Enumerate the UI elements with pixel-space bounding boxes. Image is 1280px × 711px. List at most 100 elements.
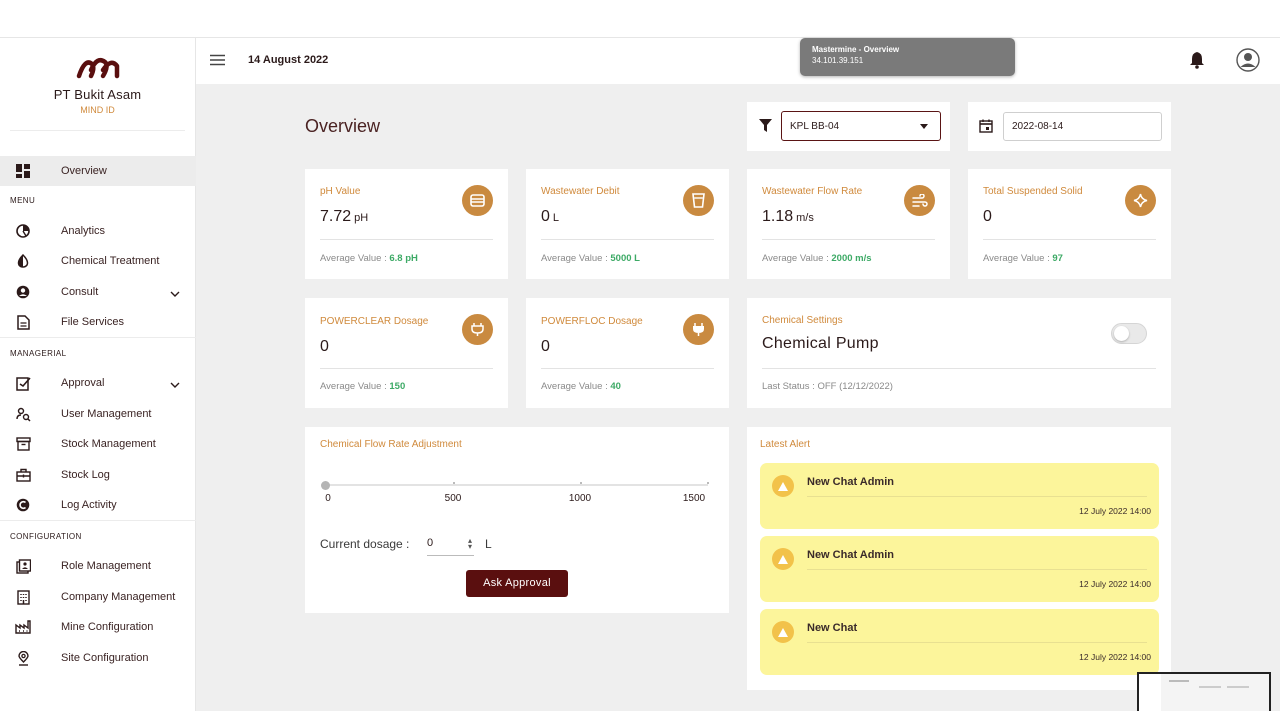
metric-average: Average Value : 97 (983, 253, 1063, 264)
alert-item[interactable]: New Chat Admin 12 July 2022 14:00 (760, 536, 1159, 602)
sidebar-item-label: Site Configuration (61, 652, 149, 664)
metric-value: 0 (541, 338, 550, 355)
slider-tick-label: 500 (444, 493, 462, 504)
profile-icon[interactable] (1236, 48, 1260, 77)
divider (807, 642, 1147, 643)
tooltip-ip: 34.101.39.151 (812, 56, 864, 65)
chemical-pump-toggle[interactable] (1111, 323, 1147, 344)
latest-alert-title: Latest Alert (760, 439, 811, 450)
plug-icon (683, 314, 714, 345)
metric-average: Average Value : 6.8 pH (320, 253, 418, 264)
sidebar-item-role-management[interactable]: Role Management (0, 551, 196, 581)
stepper-icon[interactable]: ▴ ▾ (468, 537, 472, 551)
activity-icon (15, 497, 31, 513)
site-select-value: KPL BB-04 (790, 121, 840, 132)
metric-value: 0 (320, 338, 329, 355)
slider-tick-mark (453, 482, 455, 484)
alert-title: New Chat (807, 622, 858, 634)
metric-average: Average Value : 40 (541, 381, 621, 392)
metric-label: POWERCLEAR Dosage (320, 316, 429, 327)
metric-value: 1.18 m/s (762, 208, 814, 225)
sidebar-item-file-services[interactable]: File Services (0, 307, 196, 337)
section-managerial: MANAGERIAL (10, 349, 67, 358)
metric-card-flow-rate: Wastewater Flow Rate 1.18 m/s Average Val… (747, 169, 950, 279)
metric-card-wastewater-debit: Wastewater Debit 0L Average Value : 5000… (526, 169, 729, 279)
dashboard-icon (15, 163, 31, 179)
chemical-settings-card: Chemical Settings Chemical Pump Last Sta… (747, 298, 1171, 408)
divider (0, 337, 196, 338)
sidebar-item-label: Role Management (61, 560, 151, 572)
location-pin-icon (15, 650, 31, 666)
sidebar-item-label: Log Activity (61, 499, 117, 511)
divider (541, 239, 714, 240)
top-strip (0, 0, 1280, 37)
sidebar-item-label: Consult (61, 286, 99, 298)
divider (541, 368, 714, 369)
window-tooltip: Mastermine - Overview 34.101.39.151 (800, 38, 1015, 76)
dosage-unit: L (485, 537, 492, 551)
warning-icon (772, 621, 794, 643)
section-menu: MENU (10, 196, 36, 205)
toggle-knob (1114, 326, 1129, 341)
dropdown-arrow-icon (920, 124, 928, 129)
chemical-pump-title: Chemical Pump (762, 335, 879, 352)
ask-approval-button[interactable]: Ask Approval (466, 570, 568, 597)
toolbox-icon (15, 467, 31, 483)
alert-item[interactable]: New Chat Admin 12 July 2022 14:00 (760, 463, 1159, 529)
sidebar-item-label: Stock Log (61, 469, 110, 481)
metric-value: 7.72 pH (320, 208, 369, 225)
brand-logo-icon (76, 58, 119, 79)
site-select[interactable]: KPL BB-04 (781, 111, 941, 141)
sidebar-item-overview[interactable]: Overview (0, 156, 196, 186)
metric-label: Wastewater Flow Rate (762, 186, 863, 197)
metric-card-powerfloc: POWERFLOC Dosage 0 Average Value : 40 (526, 298, 729, 408)
menu-icon[interactable] (210, 53, 225, 71)
contrast-icon (15, 253, 31, 269)
document-icon (15, 314, 31, 330)
divider (762, 368, 1156, 369)
alert-item[interactable]: New Chat 12 July 2022 14:00 (760, 609, 1159, 675)
slider-tick-label: 1500 (682, 493, 706, 504)
date-input[interactable]: 2022-08-14 (1003, 112, 1162, 141)
company-name: PT Bukit Asam (53, 87, 142, 102)
divider (983, 239, 1156, 240)
sidebar-item-approval[interactable]: Approval (0, 368, 196, 398)
sidebar-item-stock-log[interactable]: Stock Log (0, 460, 196, 490)
sidebar-item-site-configuration[interactable]: Site Configuration (0, 643, 196, 673)
metric-card-tss: Total Suspended Solid 0 Average Value : … (968, 169, 1171, 279)
sidebar-item-label: Stock Management (61, 438, 156, 450)
brand: PT Bukit Asam MIND ID (10, 38, 185, 131)
sidebar-item-chemical-treatment[interactable]: Chemical Treatment (0, 246, 196, 276)
chemical-last-status: Last Status : OFF (12/12/2022) (762, 381, 893, 392)
metric-label: pH Value (320, 186, 361, 197)
sidebar-item-consult[interactable]: Consult (0, 277, 196, 307)
sidebar-item-user-management[interactable]: User Management (0, 399, 196, 429)
divider (807, 496, 1147, 497)
dosage-slider-track[interactable] (325, 484, 708, 486)
sidebar-item-company-management[interactable]: Company Management (0, 582, 196, 612)
sidebar-item-analytics[interactable]: Analytics (0, 216, 196, 246)
metric-average: Average Value : 2000 m/s (762, 253, 872, 264)
id-card-icon (15, 558, 31, 574)
chemical-settings-label: Chemical Settings (762, 315, 843, 326)
pie-chart-icon (15, 223, 31, 239)
metric-value: 0L (541, 208, 560, 225)
divider (320, 239, 493, 240)
sidebar-item-label: Company Management (61, 591, 176, 603)
bell-icon[interactable] (1189, 51, 1205, 74)
calendar-icon[interactable] (979, 119, 993, 138)
sidebar-item-log-activity[interactable]: Log Activity (0, 490, 196, 520)
dosage-slider-thumb[interactable] (321, 481, 330, 490)
metric-value: 0 (983, 208, 992, 225)
dosage-input[interactable]: 0 ▴ ▾ (427, 534, 474, 556)
screenshot-thumbnail[interactable] (1137, 672, 1271, 711)
dosage-label: Current dosage : (320, 537, 410, 551)
header-date: 14 August 2022 (248, 54, 329, 66)
sidebar-item-label: Chemical Treatment (61, 255, 160, 267)
metric-label: POWERFLOC Dosage (541, 316, 643, 327)
sidebar-item-mine-configuration[interactable]: Mine Configuration (0, 612, 196, 642)
flow-adjust-title: Chemical Flow Rate Adjustment (320, 439, 462, 450)
sidebar-item-stock-management[interactable]: Stock Management (0, 429, 196, 459)
sidebar-item-label: Mine Configuration (61, 621, 154, 633)
metric-average: Average Value : 150 (320, 381, 406, 392)
